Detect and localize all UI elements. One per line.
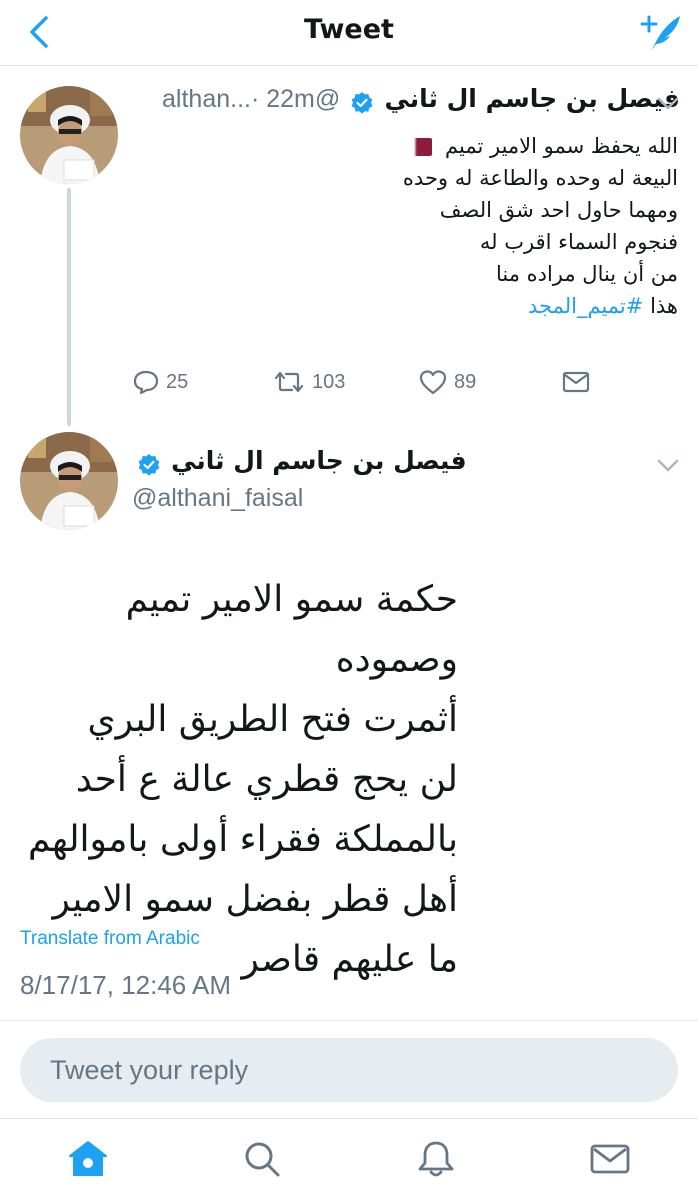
reply-input[interactable] — [50, 1038, 650, 1102]
thread-connector — [67, 188, 71, 426]
verified-badge-icon — [138, 453, 160, 476]
avatar[interactable] — [20, 86, 118, 184]
top-bar: Tweet — [0, 0, 698, 66]
tweet-line: بالمملكة فقراء أولى باموالهم — [28, 819, 458, 860]
tweet-line: أثمرت فتح الطريق البري — [87, 699, 458, 740]
tweet-line: البيعة له وحده والطاعة له وحده — [402, 166, 678, 190]
tweet-line: ومهما حاول احد شق الصف — [439, 198, 678, 222]
hashtag-link[interactable]: #تميم_المجد — [528, 294, 643, 318]
verified-badge-icon — [351, 91, 373, 114]
reply-box[interactable] — [20, 1038, 678, 1102]
tweet-line: هذا — [650, 294, 678, 318]
reply-count: 25 — [166, 370, 189, 393]
page-title: Tweet — [304, 14, 394, 45]
reply-button[interactable]: 25 — [132, 364, 188, 400]
tweet-text: حكمة سمو الامير تميم وصموده أثمرت فتح ال… — [20, 570, 458, 990]
messages-envelope-icon — [590, 1144, 630, 1174]
envelope-icon — [562, 371, 590, 393]
tweet-time: · 22m — [250, 85, 315, 113]
retweet-button[interactable]: 103 — [272, 364, 345, 400]
tweet-line: لن يحج قطري عالة ع أحد — [75, 759, 458, 800]
compose-tweet-icon — [640, 15, 680, 50]
qatar-flag-icon — [406, 138, 433, 156]
tweet-line: الله يحفظ سمو الامير تميم — [445, 134, 678, 158]
tweet-line: فنجوم السماء اقرب له — [479, 230, 678, 254]
home-icon — [69, 1141, 107, 1176]
chevron-down-icon[interactable] — [656, 96, 680, 112]
search-icon — [245, 1142, 280, 1177]
tweet-text: الله يحفظ سمو الامير تميم البيعة له وحده… — [200, 130, 678, 322]
tab-home[interactable] — [66, 1137, 110, 1181]
tweet-line: أهل قطر بفضل سمو الامير — [52, 879, 458, 920]
author-name[interactable]: فيصل بن جاسم ال ثاني — [384, 84, 680, 113]
tweet-header: فيصل بن جاسم ال ثاني @althan...· 22m — [132, 84, 680, 120]
tweet-actions: 25 103 89 — [132, 364, 602, 400]
retweet-count: 103 — [312, 370, 346, 393]
tab-messages[interactable] — [588, 1137, 632, 1181]
tweet-line: من أن ينال مراده منا — [495, 262, 678, 286]
tweet-timestamp: 8/17/17, 12:46 AM — [20, 970, 232, 1000]
notifications-bell-icon — [418, 1141, 454, 1177]
compose-tweet-button[interactable] — [638, 10, 684, 54]
translate-link[interactable]: Translate from Arabic — [20, 928, 200, 950]
tab-bar — [0, 1118, 698, 1200]
tweet-line: حكمة سمو الامير تميم وصموده — [125, 579, 458, 680]
divider — [0, 1020, 698, 1021]
chevron-down-icon[interactable] — [656, 458, 680, 474]
like-button[interactable]: 89 — [418, 364, 476, 400]
direct-message-button[interactable] — [562, 364, 596, 400]
tab-search[interactable] — [240, 1137, 284, 1181]
author-name[interactable]: فيصل بن جاسم ال ثاني — [171, 446, 467, 475]
avatar[interactable] — [20, 432, 118, 530]
author-handle: @althani_faisal — [132, 484, 304, 512]
tweet-header: فيصل بن جاسم ال ثاني — [132, 446, 680, 482]
heart-icon — [419, 370, 447, 395]
like-count: 89 — [454, 370, 477, 393]
retweet-icon — [274, 371, 304, 393]
tab-notifications[interactable] — [414, 1137, 458, 1181]
reply-icon — [133, 370, 159, 395]
